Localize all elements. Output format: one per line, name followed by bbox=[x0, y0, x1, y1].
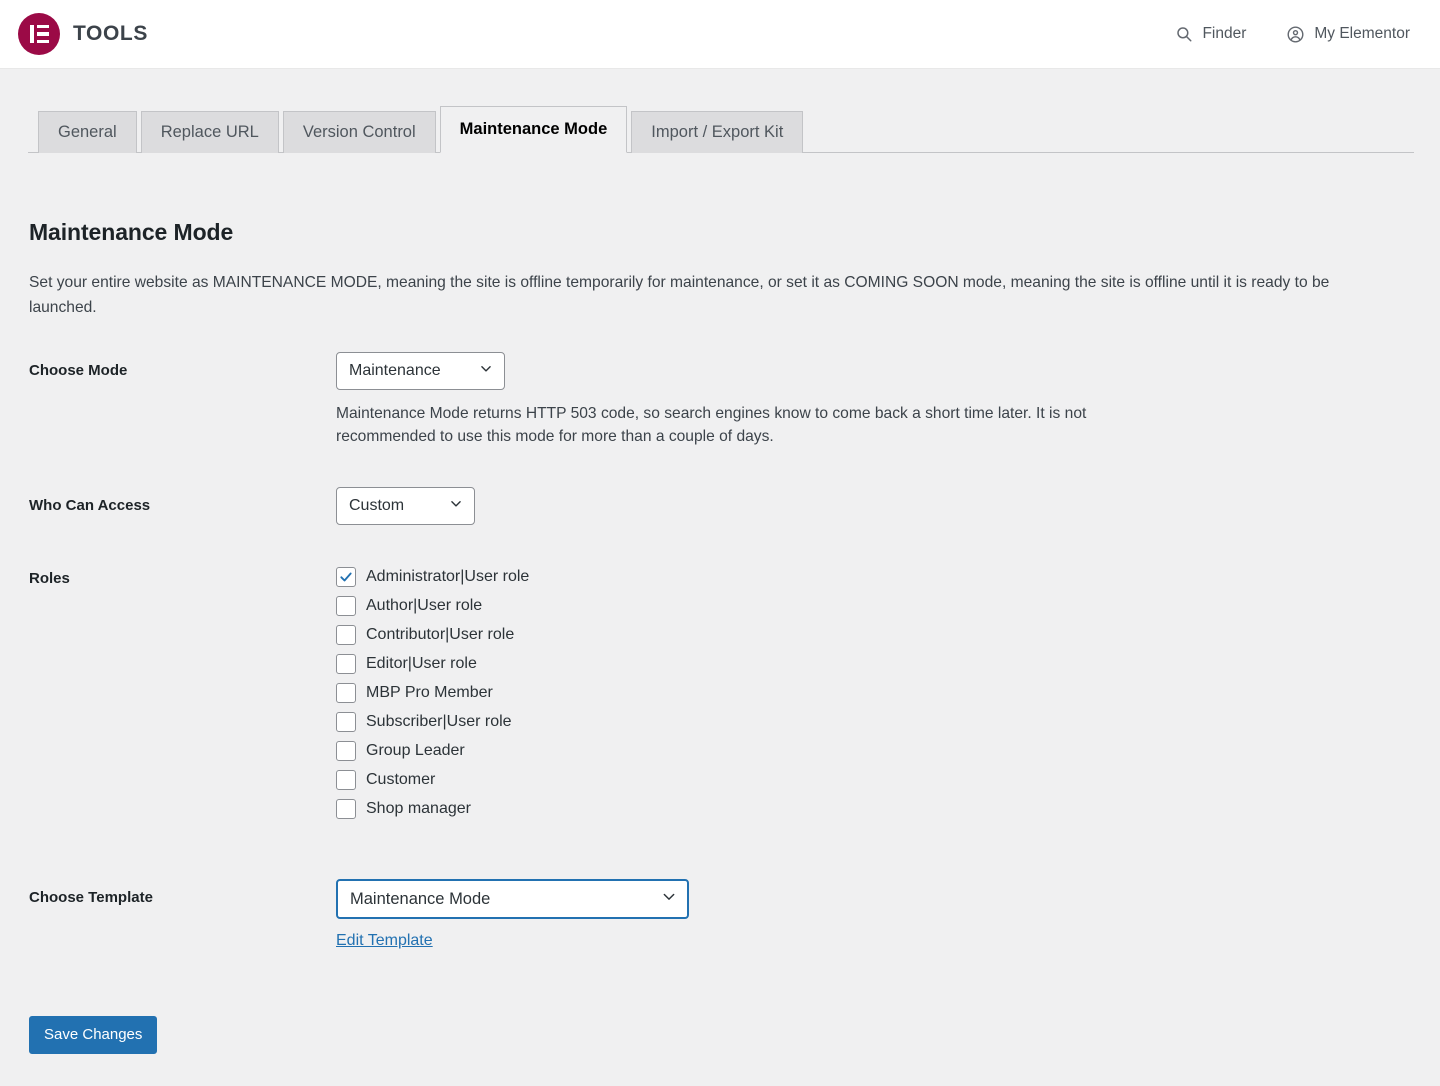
role-label: Contributor|User role bbox=[366, 625, 514, 645]
tab-version-control[interactable]: Version Control bbox=[283, 111, 436, 153]
my-elementor-link[interactable]: My Elementor bbox=[1286, 25, 1410, 44]
tab-maintenance-mode[interactable]: Maintenance Mode bbox=[440, 106, 628, 153]
label-roles: Roles bbox=[29, 560, 336, 587]
tab-list: General Replace URL Version Control Main… bbox=[28, 105, 1414, 153]
role-item[interactable]: Customer bbox=[336, 765, 1129, 794]
checkbox-editor[interactable] bbox=[336, 654, 356, 674]
page-title-tools: TOOLS bbox=[73, 22, 148, 46]
choose-mode-description: Maintenance Mode returns HTTP 503 code, … bbox=[336, 402, 1129, 448]
form-actions: Save Changes bbox=[29, 1016, 1440, 1074]
role-label: Customer bbox=[366, 770, 435, 790]
choose-template-select[interactable]: Maintenance Mode bbox=[336, 879, 689, 919]
who-can-access-select[interactable]: Custom bbox=[336, 487, 475, 525]
search-icon bbox=[1175, 25, 1193, 43]
checkbox-customer[interactable] bbox=[336, 770, 356, 790]
page-description: Set your entire website as MAINTENANCE M… bbox=[29, 270, 1377, 320]
label-choose-mode: Choose Mode bbox=[29, 352, 336, 379]
role-item[interactable]: Subscriber|User role bbox=[336, 707, 1129, 736]
checkbox-contributor[interactable] bbox=[336, 625, 356, 645]
account-circle-icon bbox=[1286, 25, 1305, 44]
role-label: Subscriber|User role bbox=[366, 712, 512, 732]
finder-link[interactable]: Finder bbox=[1175, 25, 1246, 43]
roles-checkbox-list: Administrator|User role Author|User role… bbox=[336, 560, 1129, 823]
brand: TOOLS bbox=[18, 13, 148, 55]
role-item[interactable]: Group Leader bbox=[336, 736, 1129, 765]
role-item[interactable]: Author|User role bbox=[336, 591, 1129, 620]
role-item[interactable]: Contributor|User role bbox=[336, 620, 1129, 649]
page-heading: Maintenance Mode bbox=[29, 219, 1440, 246]
role-label: Administrator|User role bbox=[366, 567, 529, 587]
role-item[interactable]: Editor|User role bbox=[336, 649, 1129, 678]
choose-template-select-wrap: Maintenance Mode bbox=[336, 879, 689, 919]
role-item[interactable]: MBP Pro Member bbox=[336, 678, 1129, 707]
checkbox-author[interactable] bbox=[336, 596, 356, 616]
role-item[interactable]: Shop manager bbox=[336, 794, 1129, 823]
row-who-can-access: Who Can Access Custom bbox=[29, 487, 1129, 525]
choose-mode-select-wrap: Maintenance bbox=[336, 352, 505, 390]
role-label: Shop manager bbox=[366, 799, 471, 819]
edit-template-link[interactable]: Edit Template bbox=[336, 932, 433, 950]
top-bar-actions: Finder My Elementor bbox=[1175, 25, 1440, 44]
settings-form: Choose Mode Maintenance Maintenance Mode… bbox=[29, 352, 1129, 950]
who-can-access-select-wrap: Custom bbox=[336, 487, 475, 525]
tabs-container: General Replace URL Version Control Main… bbox=[0, 69, 1440, 153]
finder-label: Finder bbox=[1202, 25, 1246, 43]
tab-general[interactable]: General bbox=[38, 111, 137, 153]
main-content: Maintenance Mode Set your entire website… bbox=[0, 219, 1440, 1074]
tab-replace-url[interactable]: Replace URL bbox=[141, 111, 279, 153]
checkbox-mbp-pro-member[interactable] bbox=[336, 683, 356, 703]
elementor-logo-icon bbox=[18, 13, 60, 55]
save-changes-button[interactable]: Save Changes bbox=[29, 1016, 157, 1054]
role-label: Group Leader bbox=[366, 741, 465, 761]
checkbox-administrator[interactable] bbox=[336, 567, 356, 587]
choose-mode-select[interactable]: Maintenance bbox=[336, 352, 505, 390]
checkbox-group-leader[interactable] bbox=[336, 741, 356, 761]
tab-import-export-kit[interactable]: Import / Export Kit bbox=[631, 111, 803, 153]
label-who-can-access: Who Can Access bbox=[29, 487, 336, 514]
row-roles: Roles Administrator|User role Author|Use… bbox=[29, 560, 1129, 823]
role-label: Author|User role bbox=[366, 596, 482, 616]
checkbox-shop-manager[interactable] bbox=[336, 799, 356, 819]
row-choose-template: Choose Template Maintenance Mode Edit Te… bbox=[29, 879, 1129, 950]
role-label: MBP Pro Member bbox=[366, 683, 493, 703]
checkbox-subscriber[interactable] bbox=[336, 712, 356, 732]
top-bar: TOOLS Finder My Elementor bbox=[0, 0, 1440, 69]
row-choose-mode: Choose Mode Maintenance Maintenance Mode… bbox=[29, 352, 1129, 448]
my-elementor-label: My Elementor bbox=[1314, 25, 1410, 43]
role-item[interactable]: Administrator|User role bbox=[336, 562, 1129, 591]
label-choose-template: Choose Template bbox=[29, 879, 336, 906]
role-label: Editor|User role bbox=[366, 654, 477, 674]
